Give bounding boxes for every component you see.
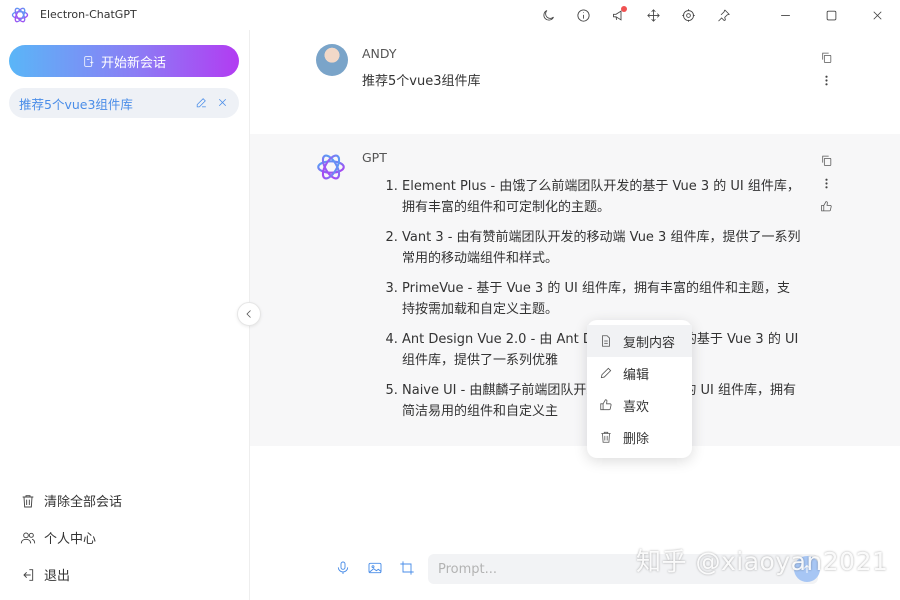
context-menu: 复制内容 编辑 喜欢 删除 xyxy=(587,320,692,458)
watermark: 知乎 @xiaoyan2021 xyxy=(636,547,889,576)
gpt-avatar-icon xyxy=(317,154,345,180)
menu-item-like[interactable]: 喜欢 xyxy=(587,389,692,421)
menu-item-label: 编辑 xyxy=(623,367,650,383)
gpt-message: GPT Element Plus - 由饿了么前端团队开发的基于 Vue 3 的… xyxy=(250,134,900,446)
user-sender-name: ANDY xyxy=(362,46,397,61)
trash-icon xyxy=(601,431,611,443)
more-vertical-icon[interactable] xyxy=(820,177,833,190)
image-icon[interactable] xyxy=(367,560,383,576)
delete-conversation-icon[interactable] xyxy=(216,96,229,109)
new-chat-button[interactable]: 开始新会话 xyxy=(9,45,239,77)
menu-item-edit[interactable]: 编辑 xyxy=(587,357,692,389)
menu-item-copy[interactable]: 复制内容 xyxy=(587,325,692,357)
pin-icon[interactable] xyxy=(714,6,732,24)
more-vertical-icon[interactable] xyxy=(820,74,833,87)
notification-dot xyxy=(621,6,627,12)
user-message: ANDY 推荐5个vue3组件库 xyxy=(250,30,900,134)
menu-item-label: 删除 xyxy=(623,431,650,447)
microphone-icon[interactable] xyxy=(335,560,351,576)
title-bar: Electron-ChatGPT xyxy=(0,0,900,30)
copy-icon[interactable] xyxy=(820,51,833,64)
users-icon xyxy=(20,532,36,543)
megaphone-icon[interactable] xyxy=(609,6,627,24)
moon-icon[interactable] xyxy=(539,6,557,24)
crop-icon[interactable] xyxy=(399,560,415,576)
copy-icon[interactable] xyxy=(820,154,833,167)
menu-item-delete[interactable]: 删除 xyxy=(587,421,692,453)
clear-all-label: 清除全部会话 xyxy=(44,495,123,510)
collapse-sidebar-button[interactable] xyxy=(237,302,261,326)
maximize-icon[interactable] xyxy=(822,6,840,24)
gpt-sender-name: GPT xyxy=(362,150,387,165)
list-item: PrimeVue - 基于 Vue 3 的 UI 组件库，拥有丰富的组件和主题，… xyxy=(402,278,802,320)
conversation-title: 推荐5个vue3组件库 xyxy=(19,96,133,112)
user-message-text: 推荐5个vue3组件库 xyxy=(362,74,481,89)
logout-icon xyxy=(23,568,34,581)
list-item: Element Plus - 由饿了么前端团队开发的基于 Vue 3 的 UI … xyxy=(402,176,802,218)
info-icon[interactable] xyxy=(574,6,592,24)
trash-icon xyxy=(22,494,34,507)
minimize-icon[interactable] xyxy=(776,6,794,24)
new-chat-icon xyxy=(84,55,94,67)
app-title: Electron-ChatGPT xyxy=(40,8,137,21)
gear-icon[interactable] xyxy=(679,6,697,24)
personal-center-button[interactable]: 个人中心 xyxy=(20,528,96,547)
app-logo-icon xyxy=(11,7,29,23)
pencil-icon xyxy=(600,367,612,379)
thumbs-up-icon[interactable] xyxy=(820,200,833,213)
avatar xyxy=(316,44,348,76)
logout-button[interactable]: 退出 xyxy=(20,565,70,584)
thumbs-up-icon xyxy=(600,399,612,411)
personal-center-label: 个人中心 xyxy=(44,532,97,547)
chat-area: ANDY 推荐5个vue3组件库 GPT Element Plus - 由饿了么… xyxy=(250,30,900,600)
edit-icon[interactable] xyxy=(195,96,208,109)
close-icon[interactable] xyxy=(868,6,886,24)
menu-item-label: 喜欢 xyxy=(623,399,650,415)
clear-all-conversations-button[interactable]: 清除全部会话 xyxy=(20,491,122,510)
move-icon[interactable] xyxy=(644,6,662,24)
list-item: Vant 3 - 由有赞前端团队开发的移动端 Vue 3 组件库，提供了一系列常… xyxy=(402,227,802,269)
menu-item-label: 复制内容 xyxy=(623,335,676,351)
sidebar: 开始新会话 推荐5个vue3组件库 清除全部会话 个人中心 退出 xyxy=(0,30,250,600)
document-icon xyxy=(602,335,610,347)
logout-label: 退出 xyxy=(44,569,71,584)
new-chat-label: 开始新会话 xyxy=(100,55,166,71)
conversation-item[interactable]: 推荐5个vue3组件库 xyxy=(9,88,239,118)
chevron-left-icon xyxy=(246,310,251,318)
